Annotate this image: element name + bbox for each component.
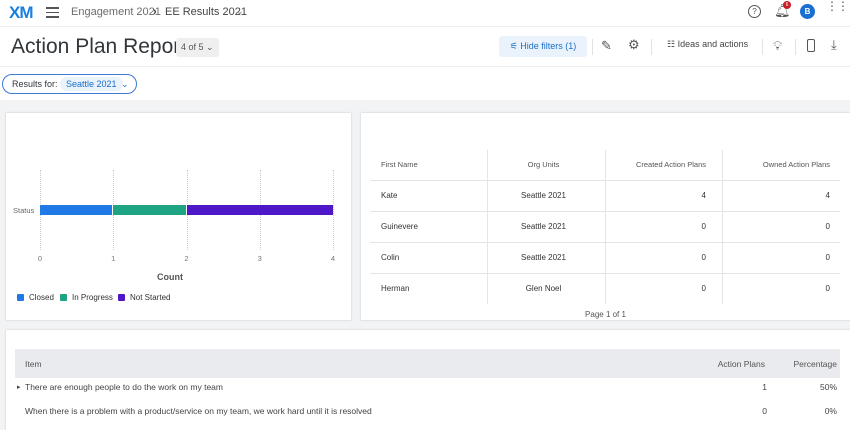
list-icon: ☷ bbox=[667, 39, 676, 49]
table-cell: Seattle 2021 bbox=[521, 222, 566, 231]
table-cell: 0 bbox=[825, 253, 830, 262]
x-tick-label: 2 bbox=[184, 254, 189, 263]
apps-grid-icon[interactable]: ⋮⋮⋮ bbox=[826, 0, 850, 12]
items-header-action-plans[interactable]: Action Plans bbox=[680, 359, 765, 369]
top-bar: XM Engagement 2021 › EE Results 2021 ⌄ ?… bbox=[0, 0, 850, 27]
page-title: Action Plan Report bbox=[11, 35, 187, 58]
notification-badge: 6 bbox=[783, 1, 791, 9]
xm-logo[interactable]: XM bbox=[9, 3, 33, 23]
table-cell: 4 bbox=[701, 191, 706, 200]
gear-icon[interactable]: ⚙ bbox=[628, 37, 640, 53]
item-action-plans: 0 bbox=[762, 406, 767, 416]
ideas-and-actions-button[interactable]: ☷ Ideas and actions bbox=[667, 39, 748, 50]
download-icon[interactable]: ⤓ bbox=[831, 37, 837, 53]
avatar[interactable]: B bbox=[800, 4, 815, 19]
edit-icon[interactable]: ✎ bbox=[601, 38, 612, 54]
ideas-label: Ideas and actions bbox=[677, 39, 749, 49]
y-category-label: Status bbox=[13, 206, 35, 215]
divider bbox=[795, 39, 796, 55]
table-cell: 0 bbox=[701, 284, 706, 293]
table-cell: Seattle 2021 bbox=[521, 191, 566, 200]
results-for-label: Results for: bbox=[12, 79, 58, 89]
title-bar: Action Plan Report 4 of 5 ⌄ ⚟ Hide filte… bbox=[0, 27, 850, 67]
table-cell: Guinevere bbox=[381, 222, 418, 231]
table-cell: Herman bbox=[381, 284, 410, 293]
items-header-percentage[interactable]: Percentage bbox=[770, 359, 837, 369]
row-divider bbox=[370, 211, 840, 212]
table-cell: Glen Noel bbox=[525, 284, 562, 293]
status-chart-card bbox=[6, 113, 351, 320]
row-divider bbox=[370, 242, 840, 243]
page-selector[interactable]: 4 of 5 ⌄ bbox=[176, 38, 219, 57]
row-divider bbox=[370, 180, 840, 181]
pagination-label: Page 1 of 1 bbox=[585, 310, 626, 319]
help-icon[interactable]: ? bbox=[748, 5, 761, 18]
table-cell: 4 bbox=[825, 191, 830, 200]
filter-bar: Results for: Seattle 2021 ⌄ bbox=[0, 67, 850, 100]
chevron-down-icon[interactable]: ⌄ bbox=[236, 6, 244, 17]
lightbulb-icon[interactable]: 💡︎ bbox=[773, 38, 782, 54]
item-text: When there is a problem with a product/s… bbox=[25, 406, 372, 416]
table-cell: Seattle 2021 bbox=[521, 253, 566, 262]
column-header[interactable]: Owned Action Plans bbox=[722, 160, 840, 169]
table-cell: Kate bbox=[381, 191, 398, 200]
table-cell: 0 bbox=[701, 253, 706, 262]
item-action-plans: 1 bbox=[762, 382, 767, 392]
hide-filters-button[interactable]: ⚟ Hide filters (1) bbox=[499, 36, 587, 57]
column-header[interactable]: Created Action Plans bbox=[605, 160, 718, 169]
results-for-filter[interactable]: Results for: Seattle 2021 ⌄ bbox=[2, 74, 137, 94]
item-text: There are enough people to do the work o… bbox=[25, 382, 223, 392]
table-cell: 0 bbox=[825, 222, 830, 231]
divider bbox=[651, 39, 652, 55]
breadcrumb-project[interactable]: Engagement 2021 bbox=[71, 6, 161, 18]
x-axis-title: Count bbox=[157, 272, 183, 282]
item-percentage: 0% bbox=[824, 406, 837, 416]
bar-not-started[interactable] bbox=[186, 205, 333, 215]
row-divider bbox=[370, 273, 840, 274]
mobile-icon[interactable] bbox=[807, 39, 815, 52]
chevron-down-icon: ⌄ bbox=[121, 79, 129, 89]
table-cell: 0 bbox=[701, 222, 706, 231]
legend-label: In Progress bbox=[72, 293, 113, 302]
gridline bbox=[333, 170, 334, 250]
divider bbox=[592, 39, 593, 55]
item-percentage: 50% bbox=[819, 382, 837, 392]
breadcrumb-current[interactable]: EE Results 2021 bbox=[165, 6, 247, 18]
x-tick-label: 1 bbox=[111, 254, 116, 263]
x-tick-label: 0 bbox=[37, 254, 43, 263]
expand-caret-icon[interactable]: ▸ bbox=[17, 383, 21, 391]
x-tick-label: 4 bbox=[330, 254, 336, 263]
legend-not-started[interactable]: Not Started bbox=[118, 293, 170, 302]
legend-closed[interactable]: Closed bbox=[17, 293, 54, 302]
results-for-value: Seattle 2021 bbox=[60, 77, 123, 91]
table-cell: 0 bbox=[825, 284, 830, 293]
table-cell: Colin bbox=[381, 253, 400, 262]
column-header[interactable]: Org Units bbox=[487, 160, 600, 169]
page-selector-label: 4 of 5 bbox=[181, 42, 204, 52]
column-header[interactable]: First Name bbox=[381, 160, 418, 169]
breadcrumb-separator: › bbox=[153, 6, 157, 18]
menu-icon[interactable] bbox=[46, 7, 59, 21]
bar-closed[interactable] bbox=[40, 205, 113, 215]
divider bbox=[762, 39, 763, 55]
legend-in-progress[interactable]: In Progress bbox=[60, 293, 113, 302]
filter-icon: ⚟ bbox=[509, 41, 518, 51]
bar-in-progress[interactable] bbox=[113, 205, 186, 215]
items-header-item[interactable]: Item bbox=[25, 359, 42, 369]
legend-label: Closed bbox=[29, 293, 54, 302]
legend-label: Not Started bbox=[130, 293, 171, 302]
hide-filters-label: Hide filters (1) bbox=[520, 41, 577, 51]
x-tick-label: 3 bbox=[257, 254, 262, 263]
